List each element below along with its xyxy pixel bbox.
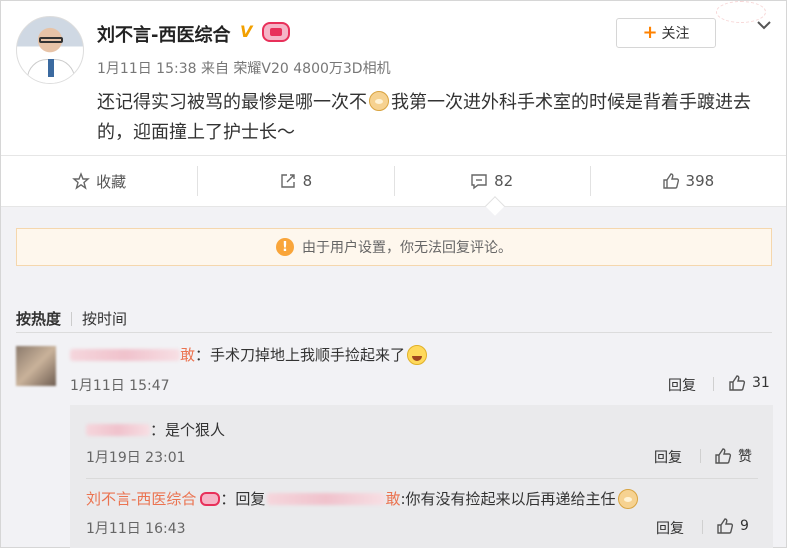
- like-button[interactable]: 398: [589, 156, 786, 206]
- plus-icon: +: [642, 22, 658, 43]
- comment-text: ：手术刀掉地上我顺手捡起来了: [195, 346, 406, 364]
- reply-reply-button[interactable]: 回复: [654, 447, 682, 467]
- laughing-emoji-icon: [407, 344, 428, 365]
- tab-divider: [71, 311, 73, 326]
- reply-prefix: ：回复: [220, 490, 266, 508]
- thumbs-up-icon: [729, 375, 746, 391]
- reply-author-name[interactable]: 刘不言-西医综合: [86, 488, 196, 509]
- post-text-part1: 还记得实习被骂的最惨是哪一次不: [97, 92, 367, 113]
- avatar-tie: [48, 59, 54, 77]
- notice-text: 由于用户设置，你无法回复评论。: [302, 240, 512, 256]
- comment-body: 敢 ：手术刀掉地上我顺手捡起来了: [70, 344, 428, 365]
- doge-emoji-icon: [617, 488, 638, 509]
- avatar-glasses: [39, 37, 63, 43]
- comment-time: 1月11日 15:47: [70, 378, 170, 394]
- comment-icon: [471, 174, 487, 190]
- repost-button[interactable]: 8: [197, 156, 393, 206]
- commenter-avatar[interactable]: [16, 346, 56, 386]
- follow-label: 关注: [661, 26, 690, 42]
- repost-count: 8: [302, 172, 313, 190]
- reply-like-button[interactable]: 赞: [714, 446, 752, 466]
- action-separator: [700, 449, 701, 463]
- author-reply-time: 1月11日 16:43: [86, 521, 186, 537]
- reply-divider: [86, 478, 758, 479]
- favorite-label: 收藏: [96, 172, 127, 191]
- reply-to-name-tail[interactable]: 敢: [385, 488, 400, 509]
- reply-disabled-notice: ! 由于用户设置，你无法回复评论。: [16, 228, 772, 266]
- thumbs-up-icon: [717, 518, 734, 534]
- comment-like-count: 31: [752, 375, 770, 391]
- author-reply-text: :你有没有捡起来以后再递给主任: [400, 490, 616, 508]
- action-separator: [702, 520, 703, 534]
- chevron-down-icon[interactable]: [754, 16, 774, 34]
- commenter-name-tail[interactable]: 敢: [180, 344, 195, 365]
- tab-sort-time[interactable]: 按时间: [82, 308, 127, 329]
- doge-emoji-icon: [369, 91, 389, 111]
- action-separator: [713, 377, 714, 391]
- comment-sort-tabs: 按热度 按时间: [16, 308, 127, 329]
- vip-badge-icon: [200, 491, 221, 506]
- author-reply-body: 刘不言-西医综合 ：回复 敢 :你有没有捡起来以后再递给主任: [86, 488, 640, 509]
- replier-name-blurred[interactable]: [86, 423, 150, 436]
- follow-button[interactable]: + 关注: [616, 18, 716, 48]
- favorite-button[interactable]: 收藏: [1, 156, 197, 206]
- vip-badge-icon: [262, 22, 290, 42]
- thumbs-up-icon: [715, 448, 732, 464]
- author-name[interactable]: 刘不言-西医综合: [97, 21, 230, 47]
- commenter-name-blurred[interactable]: [70, 348, 180, 361]
- reply-like-label: 赞: [738, 449, 752, 465]
- post-text: 还记得实习被骂的最惨是哪一次不 我第一次进外科手术室的时候是背着手踱进去的，迎面撞…: [97, 88, 777, 148]
- post-meta: 1月11日 15:38 来自 荣耀V20 4800万3D相机: [97, 61, 391, 77]
- comment-like-button[interactable]: 31: [728, 374, 770, 392]
- thumbs-up-icon: [662, 173, 679, 189]
- author-reply-reply-button[interactable]: 回复: [656, 518, 684, 538]
- warning-icon: !: [276, 238, 294, 256]
- like-count: 398: [685, 172, 715, 190]
- comment-reply-button[interactable]: 回复: [668, 375, 696, 395]
- verified-badge-icon: V: [240, 22, 253, 41]
- reply-time: 1月19日 23:01: [86, 450, 186, 466]
- section-divider: [16, 332, 772, 333]
- star-icon: [72, 172, 90, 190]
- repost-icon: [280, 174, 295, 188]
- author-avatar[interactable]: [16, 16, 84, 84]
- comment-count: 82: [494, 172, 514, 190]
- reply-to-name-blurred[interactable]: [267, 492, 386, 505]
- reply-text: ：是个狠人: [150, 421, 226, 439]
- reply-body: ：是个狠人: [86, 419, 225, 440]
- action-bar: 收藏 8 82 398: [1, 155, 786, 207]
- author-reply-like-count: 9: [740, 518, 749, 534]
- author-reply-like-button[interactable]: 9: [716, 517, 749, 535]
- tab-sort-hot[interactable]: 按热度: [16, 308, 61, 329]
